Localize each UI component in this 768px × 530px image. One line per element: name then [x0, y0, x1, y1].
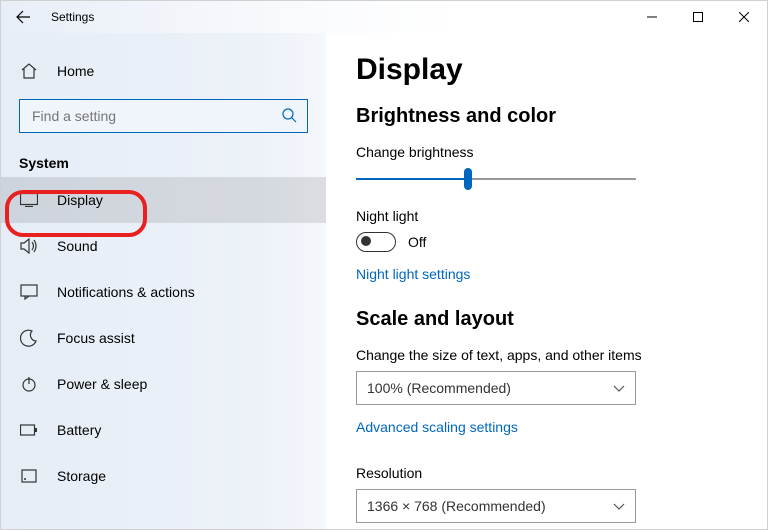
- nav-label: Storage: [57, 468, 106, 484]
- sound-icon: [19, 236, 39, 256]
- nav-label: Display: [57, 192, 103, 208]
- nav-label: Notifications & actions: [57, 284, 195, 300]
- advanced-scaling-link[interactable]: Advanced scaling settings: [356, 419, 518, 435]
- nav-item-sound[interactable]: Sound: [1, 223, 326, 269]
- scale-label: Change the size of text, apps, and other…: [356, 347, 737, 363]
- page-title: Display: [356, 53, 737, 87]
- search-input[interactable]: [30, 107, 281, 125]
- window-title: Settings: [45, 10, 629, 24]
- battery-icon: [19, 420, 39, 440]
- back-button[interactable]: [1, 9, 45, 25]
- arrow-left-icon: [15, 9, 31, 25]
- display-icon: [19, 190, 39, 210]
- maximize-icon: [693, 12, 703, 22]
- scale-dropdown[interactable]: 100% (Recommended): [356, 371, 636, 405]
- home-icon: [19, 61, 39, 81]
- nav-item-power-sleep[interactable]: Power & sleep: [1, 361, 326, 407]
- slider-thumb[interactable]: [464, 168, 472, 190]
- focus-assist-icon: [19, 328, 39, 348]
- nav-item-focus-assist[interactable]: Focus assist: [1, 315, 326, 361]
- nav-label: Focus assist: [57, 330, 135, 346]
- scale-value: 100% (Recommended): [367, 380, 511, 396]
- storage-icon: [19, 466, 39, 486]
- night-light-settings-link[interactable]: Night light settings: [356, 266, 470, 282]
- night-light-label: Night light: [356, 208, 737, 224]
- maximize-button[interactable]: [675, 1, 721, 33]
- slider-fill: [356, 178, 468, 180]
- nav-item-battery[interactable]: Battery: [1, 407, 326, 453]
- close-button[interactable]: [721, 1, 767, 33]
- nav-label: Battery: [57, 422, 101, 438]
- toggle-knob: [361, 236, 371, 246]
- home-link[interactable]: Home: [1, 51, 326, 91]
- nav-label: Power & sleep: [57, 376, 147, 392]
- night-light-state: Off: [408, 234, 426, 250]
- minimize-button[interactable]: [629, 1, 675, 33]
- nav-label: Sound: [57, 238, 97, 254]
- brightness-slider[interactable]: [356, 168, 636, 190]
- content-panel: Display Brightness and color Change brig…: [326, 33, 767, 529]
- close-icon: [739, 12, 749, 22]
- nav-item-notifications[interactable]: Notifications & actions: [1, 269, 326, 315]
- notifications-icon: [19, 282, 39, 302]
- night-light-toggle[interactable]: [356, 232, 396, 252]
- nav-item-display[interactable]: Display: [1, 177, 326, 223]
- nav-item-storage[interactable]: Storage: [1, 453, 326, 499]
- section-scale-layout: Scale and layout: [356, 308, 737, 331]
- sidebar: Home System Display Sound Notifications …: [1, 33, 326, 529]
- section-label-system: System: [1, 133, 326, 177]
- search-box[interactable]: [19, 99, 308, 133]
- chevron-down-icon: [613, 498, 625, 514]
- resolution-label: Resolution: [356, 465, 737, 481]
- power-icon: [19, 374, 39, 394]
- section-brightness-color: Brightness and color: [356, 105, 737, 128]
- search-icon: [281, 107, 297, 126]
- resolution-dropdown[interactable]: 1366 × 768 (Recommended): [356, 489, 636, 523]
- brightness-label: Change brightness: [356, 144, 737, 160]
- resolution-value: 1366 × 768 (Recommended): [367, 498, 546, 514]
- minimize-icon: [647, 12, 657, 22]
- chevron-down-icon: [613, 380, 625, 396]
- titlebar: Settings: [1, 1, 767, 33]
- home-label: Home: [57, 63, 94, 79]
